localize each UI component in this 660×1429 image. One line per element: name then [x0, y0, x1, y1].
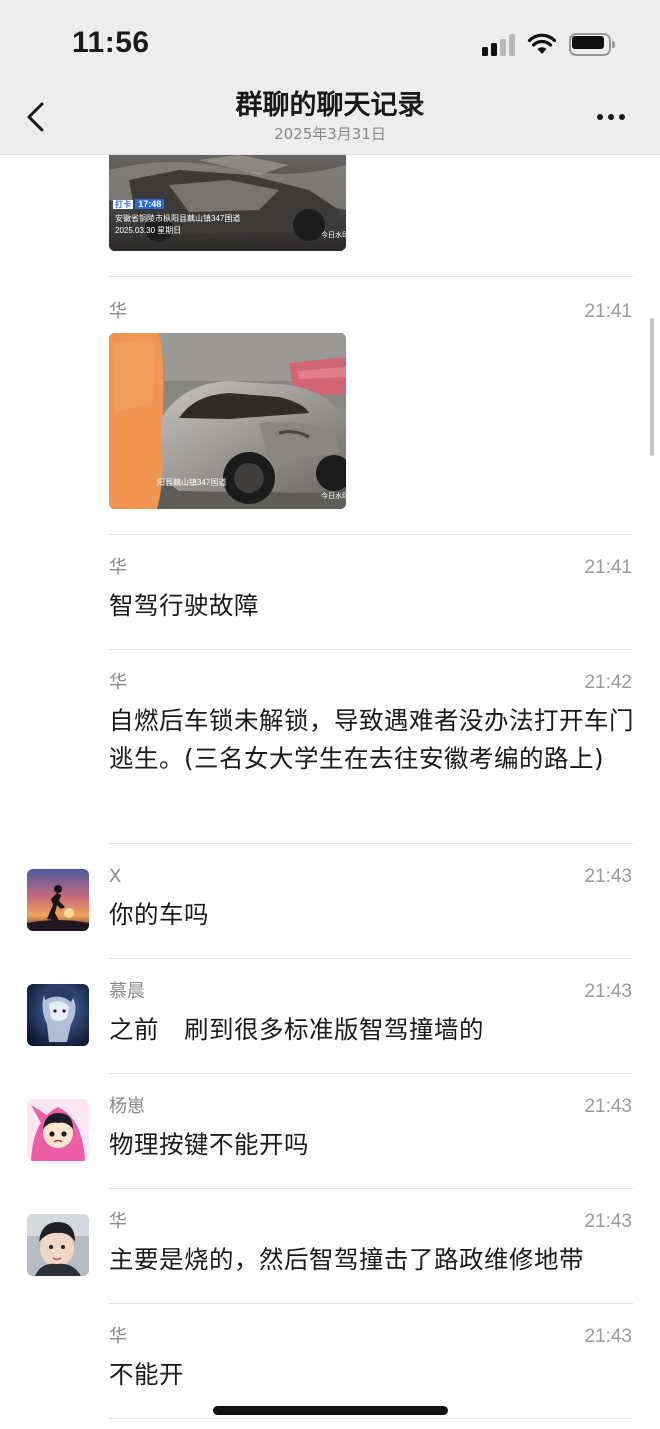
avatar[interactable]	[27, 869, 89, 931]
photo-watermark-date: 2025.03.30 星期日	[115, 226, 182, 235]
burned-car-garage-image	[109, 333, 346, 509]
message-text: 智驾行驶故障	[109, 591, 259, 620]
cellular-signal-icon	[482, 34, 518, 56]
child-photo-avatar	[27, 1214, 89, 1276]
page-subtitle-date: 2025年3月31日	[274, 125, 386, 143]
message-sender: 华	[109, 1326, 127, 1347]
photo-watermark-location: 安徽省铜陵市枞阳县藕山镇347国道	[115, 214, 241, 223]
burned-car-photo[interactable]: 打卡 17:48 安徽省铜陵市枞阳县藕山镇347国道 2025.03.30 星期…	[109, 155, 346, 251]
message-text: 主要是烧的，然后智驾撞击了路政维修地带	[109, 1245, 584, 1274]
status-time: 11:56	[72, 26, 150, 59]
message-sender: 华	[109, 557, 127, 578]
message-text: 自燃后车锁未解锁，导致遇难者没办法打开车门逃生。(三名女大学生在去往安徽考编的路…	[109, 706, 634, 773]
message-time: 21:43	[584, 866, 632, 887]
message-time: 21:43	[584, 981, 632, 1002]
page-title: 群聊的聊天记录	[235, 90, 425, 121]
message-time: 21:41	[584, 557, 632, 578]
back-arrow-icon[interactable]	[22, 100, 52, 134]
home-indicator[interactable]	[213, 1406, 448, 1415]
photo-watermark-location: 阳县藕山镇347国道	[157, 478, 227, 487]
anime-dark-avatar	[27, 984, 89, 1046]
more-options-icon[interactable]	[593, 107, 629, 127]
message-sender: 华	[109, 672, 127, 693]
message-text: 不能开	[109, 1360, 184, 1389]
wifi-icon	[527, 33, 557, 54]
message-time: 21:43	[584, 1096, 632, 1117]
message-text: 之前 刷到很多标准版智驾撞墙的	[109, 1015, 484, 1044]
message-sender: 慕晨	[109, 981, 145, 1002]
message-text: 物理按键不能开吗	[109, 1130, 309, 1159]
message-sender: 杨崽	[109, 1096, 145, 1117]
message-sender: X	[109, 866, 122, 887]
message-time: 21:41	[584, 301, 632, 322]
message-sender: 华	[109, 301, 127, 322]
scrollbar[interactable]	[650, 318, 654, 456]
avatar[interactable]	[27, 1214, 89, 1276]
message-text: 你的车吗	[109, 900, 209, 929]
message-time: 21:43	[584, 1211, 632, 1232]
message-sender: 华	[109, 1211, 127, 1232]
header-title-block: 群聊的聊天记录 2025年3月31日	[130, 90, 530, 144]
photo-watermark-brand: 今日水印	[321, 232, 346, 239]
avatar[interactable]	[27, 984, 89, 1046]
message-time: 21:43	[584, 1326, 632, 1347]
photo-watermark-tag: 打卡 17:48	[113, 199, 165, 210]
photo-watermark-brand: 今日水印	[321, 493, 346, 500]
top-bar: 11:56 群聊的聊天记录 2025年3月31日	[0, 0, 660, 155]
burned-car-photo[interactable]: 阳县藕山镇347国道 今日水印	[109, 333, 346, 509]
pink-hoodie-cartoon-avatar	[27, 1099, 89, 1161]
battery-icon	[569, 33, 615, 56]
chat-history-list[interactable]: 打卡 17:48 安徽省铜陵市枞阳县藕山镇347国道 2025.03.30 星期…	[0, 155, 660, 1429]
sunset-silhouette-avatar	[27, 869, 89, 931]
avatar[interactable]	[27, 1099, 89, 1161]
message-time: 21:42	[584, 672, 632, 693]
